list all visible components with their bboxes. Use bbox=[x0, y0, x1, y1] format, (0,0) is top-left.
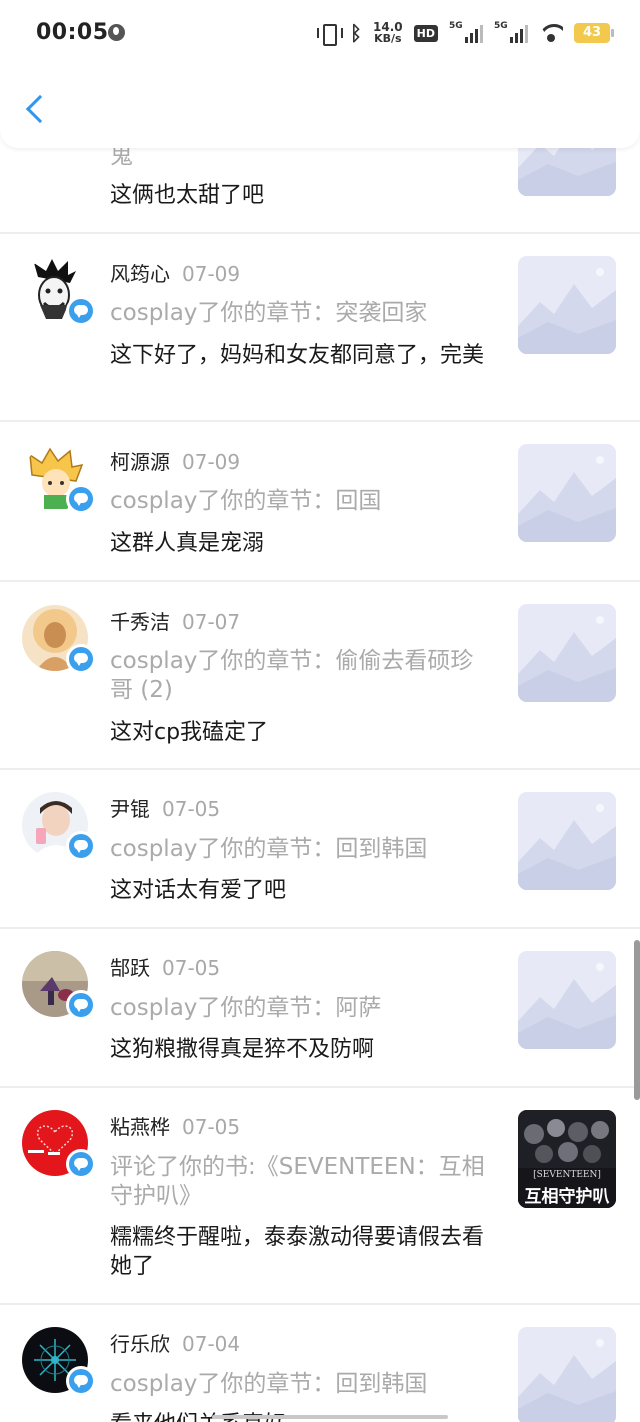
name-line: 千秀洁 07-07 bbox=[110, 609, 240, 635]
signal-icon-2: 5G bbox=[494, 21, 528, 43]
book-cover[interactable]: [SEVENTEEN] 互相守护叭 bbox=[518, 1110, 616, 1208]
chapter-thumbnail[interactable] bbox=[518, 1327, 616, 1422]
date: 07-05 bbox=[162, 956, 221, 980]
comment-badge-icon bbox=[66, 990, 96, 1020]
action-text[interactable]: cosplay了你的章节：回到韩国 bbox=[110, 835, 490, 864]
comment-badge-icon bbox=[66, 296, 96, 326]
user-name[interactable]: 郜跃 bbox=[110, 956, 150, 980]
comment-text: 这对话太有爱了吧 bbox=[110, 878, 287, 903]
chapter-thumbnail[interactable] bbox=[518, 256, 616, 354]
comment-text: 这下好了，妈妈和女友都同意了，完美 bbox=[110, 343, 485, 368]
date: 07-05 bbox=[182, 1115, 241, 1139]
date: 07-07 bbox=[182, 610, 241, 634]
notification-list[interactable]: 鬼 这俩也太甜了吧 风筠心 07-09 cosplay了你的章节：突袭回家 这下好… bbox=[0, 68, 640, 1422]
status-time: 00:05 bbox=[36, 20, 109, 45]
list-item[interactable]: 郜跃 07-05 cosplay了你的章节：阿萨 这狗粮撒得真是猝不及防啊 bbox=[0, 929, 640, 1088]
name-line: 柯源源 07-09 bbox=[110, 449, 240, 475]
action-text[interactable]: cosplay了你的章节：阿萨 bbox=[110, 994, 490, 1023]
user-name[interactable]: 尹锟 bbox=[110, 797, 150, 821]
name-line: 粘燕桦 07-05 bbox=[110, 1114, 240, 1140]
name-line: 尹锟 07-05 bbox=[110, 796, 220, 822]
scrollbar[interactable] bbox=[634, 940, 640, 1100]
action-text[interactable]: cosplay了你的章节：回国 bbox=[110, 487, 490, 516]
comment-badge-icon bbox=[66, 1366, 96, 1396]
network-speed-unit: KB/s bbox=[374, 32, 402, 45]
list-item[interactable]: 柯源源 07-09 cosplay了你的章节：回国 这群人真是宠溺 bbox=[0, 422, 640, 582]
globe-icon bbox=[108, 24, 125, 41]
date: 07-04 bbox=[182, 1332, 241, 1356]
chapter-thumbnail[interactable] bbox=[518, 951, 616, 1049]
nav-header bbox=[0, 68, 640, 148]
back-icon[interactable] bbox=[22, 92, 52, 126]
list-item[interactable]: 行乐欣07-04 cosplay了你的章节：回到韩国 看来他们关系真好 bbox=[0, 1305, 640, 1422]
user-name[interactable]: 粘燕桦 bbox=[110, 1115, 170, 1139]
status-icons: ᛒ 14.0 KB/s HD 5G 5G 43 bbox=[317, 18, 614, 48]
comment-badge-icon bbox=[66, 831, 96, 861]
action-text[interactable]: 评论了你的书:《SEVENTEEN：互相守护叭》 bbox=[110, 1153, 490, 1211]
signal-label-1: 5G bbox=[449, 21, 463, 31]
home-indicator[interactable] bbox=[212, 1415, 448, 1419]
signal-label-2: 5G bbox=[494, 21, 508, 31]
comment-text: 糯糯终于醒啦，泰泰激动得要请假去看她了 bbox=[110, 1225, 485, 1279]
list-item[interactable]: 风筠心 07-09 cosplay了你的章节：突袭回家 这下好了，妈妈和女友都同意… bbox=[0, 234, 640, 422]
chapter-thumbnail[interactable] bbox=[518, 604, 616, 702]
user-name[interactable]: 柯源源 bbox=[110, 450, 170, 474]
name-line: 郜跃 07-05 bbox=[110, 955, 220, 981]
name-line: 行乐欣 07-04 bbox=[110, 1331, 240, 1357]
status-bar: 00:05 ᛒ 14.0 KB/s HD 5G 5G 43 bbox=[0, 0, 640, 68]
user-name[interactable]: 风筠心 bbox=[110, 262, 170, 286]
comment-badge-icon bbox=[66, 1149, 96, 1179]
chapter-thumbnail[interactable] bbox=[518, 444, 616, 542]
date: 07-05 bbox=[162, 797, 221, 821]
name-line: 风筠心 07-09 bbox=[110, 261, 240, 287]
date: 07-09 bbox=[182, 450, 241, 474]
signal-icon-1: 5G bbox=[449, 21, 483, 43]
hd-icon: HD bbox=[413, 24, 438, 42]
user-name[interactable]: 行乐欣 bbox=[110, 1332, 170, 1356]
network-speed: 14.0 KB/s bbox=[373, 21, 403, 45]
bluetooth-icon: ᛒ bbox=[350, 21, 363, 45]
user-name[interactable]: 千秀洁 bbox=[110, 610, 170, 634]
comment-text: 这狗粮撒得真是猝不及防啊 bbox=[110, 1037, 375, 1062]
comment-text: 这俩也太甜了吧 bbox=[110, 183, 265, 208]
comment-badge-icon bbox=[66, 484, 96, 514]
book-cover-brand: [SEVENTEEN] bbox=[533, 1170, 601, 1180]
comment-text: 这群人真是宠溺 bbox=[110, 531, 265, 556]
action-text[interactable]: cosplay了你的章节：偷偷去看硕珍哥 (2) bbox=[110, 647, 490, 705]
comment-badge-icon bbox=[66, 644, 96, 674]
battery-icon: 43 bbox=[574, 23, 614, 43]
wifi-icon bbox=[539, 24, 563, 42]
date: 07-09 bbox=[182, 262, 241, 286]
action-text[interactable]: cosplay了你的章节：回到韩国 bbox=[110, 1370, 490, 1399]
comment-text: 这对cp我磕定了 bbox=[110, 720, 269, 745]
book-cover-title: 互相守护叭 bbox=[524, 1187, 610, 1207]
list-item[interactable]: 尹锟 07-05 cosplay了你的章节：回到韩国 这对话太有爱了吧 bbox=[0, 770, 640, 929]
action-text[interactable]: cosplay了你的章节：突袭回家 bbox=[110, 299, 490, 328]
vibrate-icon bbox=[317, 24, 344, 46]
list-item[interactable]: 粘燕桦 07-05 评论了你的书:《SEVENTEEN：互相守护叭》 糯糯终于醒啦… bbox=[0, 1088, 640, 1305]
chapter-thumbnail[interactable] bbox=[518, 792, 616, 890]
list-item[interactable]: 千秀洁 07-07 cosplay了你的章节：偷偷去看硕珍哥 (2) 这对cp我磕… bbox=[0, 582, 640, 770]
